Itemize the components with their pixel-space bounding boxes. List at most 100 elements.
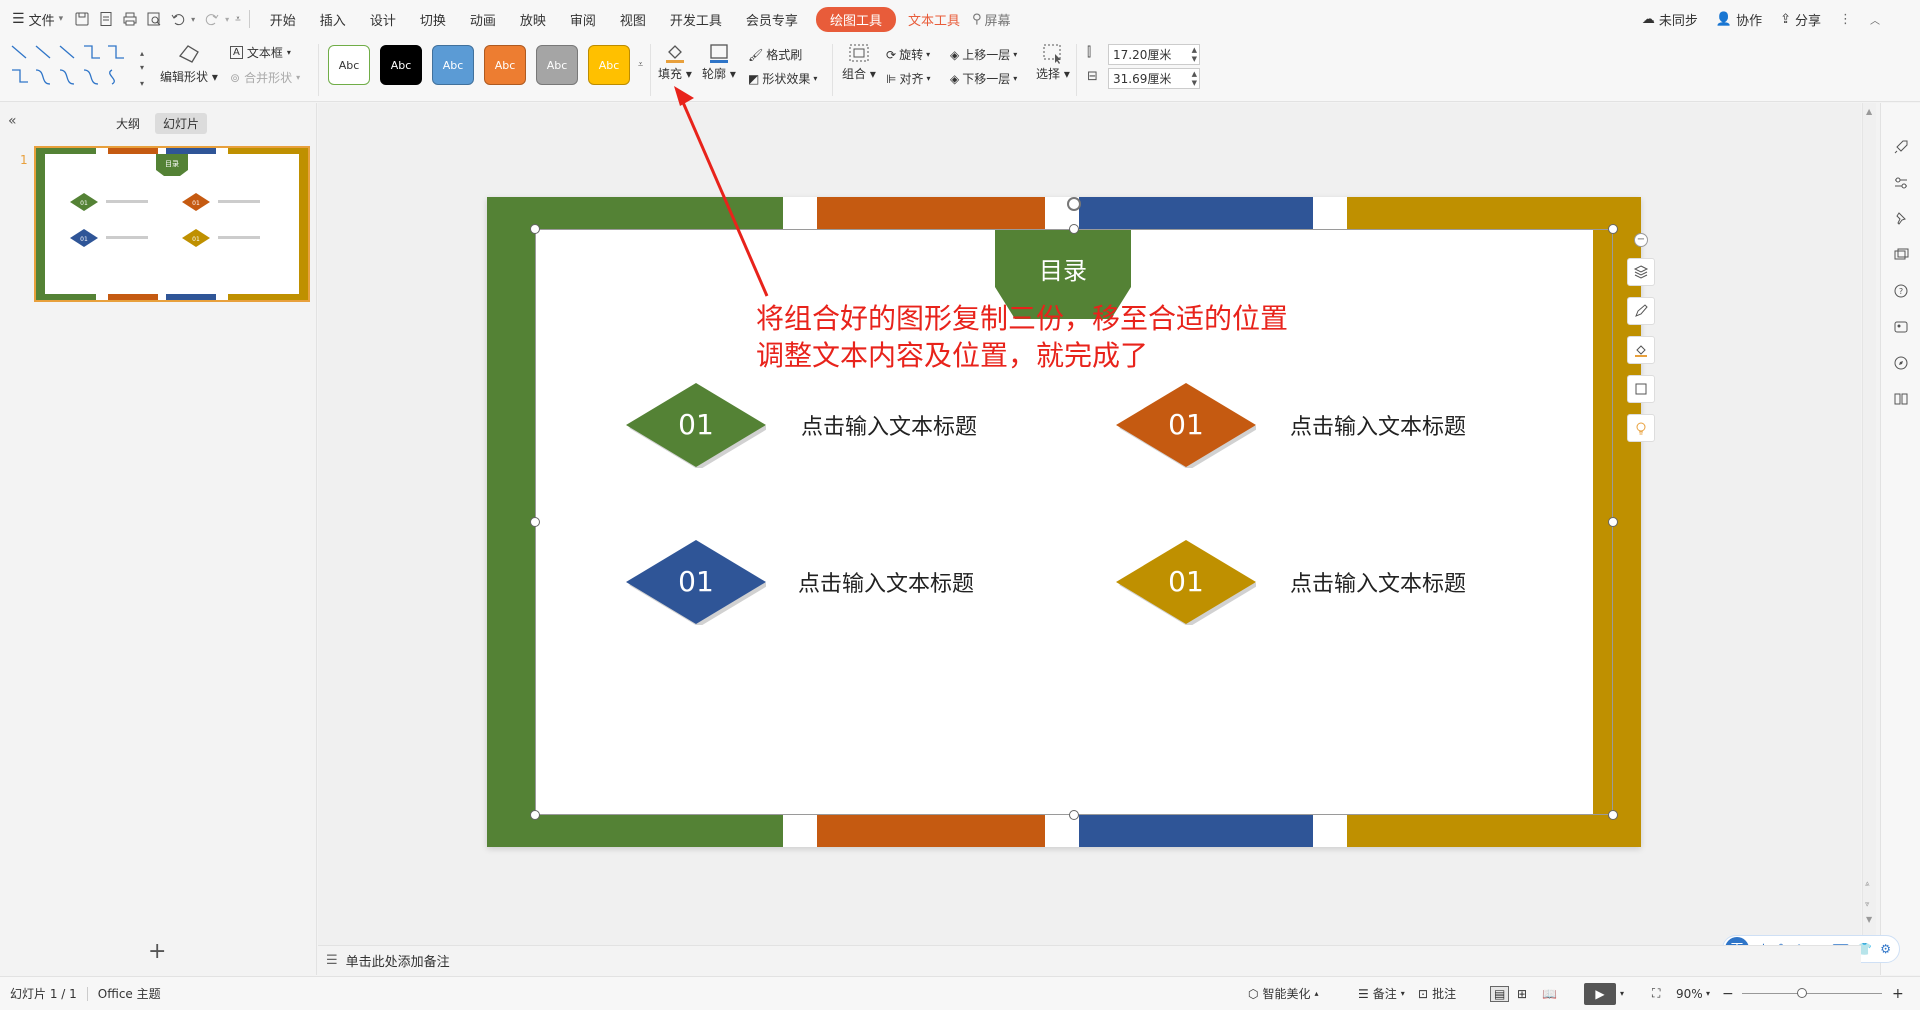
scroll-down-icon[interactable]: ▼: [1866, 915, 1872, 924]
style-gallery-more-icon[interactable]: ⩡: [638, 60, 643, 70]
send-backward-button[interactable]: ◈ 下移一层 ▾: [950, 70, 1017, 87]
tab-animation[interactable]: 动画: [458, 10, 508, 29]
zoom-level[interactable]: 90%: [1676, 987, 1703, 1001]
gear-icon[interactable]: ⚙: [1880, 942, 1891, 956]
share-button[interactable]: ⇪ 分享: [1780, 10, 1821, 29]
rotate-button[interactable]: ⟳ 旋转 ▾: [886, 46, 930, 63]
format-painter-button[interactable]: 🖌 格式刷: [748, 46, 802, 63]
shape-style-1[interactable]: Abc: [328, 45, 370, 85]
shape-style-3[interactable]: Abc: [432, 45, 474, 85]
chevron-down-icon[interactable]: ▾: [1706, 989, 1710, 998]
fill-button[interactable]: 填充 ▾: [658, 42, 692, 82]
vertical-scrollbar[interactable]: ▲ ⩓ ⩔ ▼: [1862, 103, 1876, 953]
beautify-button[interactable]: ⬡ 智能美化 ▴: [1248, 985, 1319, 1002]
shape-style-6[interactable]: Abc: [588, 45, 630, 85]
notes-toggle-button[interactable]: ☰ 备注 ▾: [1358, 985, 1405, 1002]
tab-review[interactable]: 审阅: [558, 10, 608, 29]
print-icon[interactable]: [119, 8, 141, 30]
slide-thumbnail[interactable]: 目录 01 01 01 01: [34, 146, 310, 302]
collapse-panel-icon[interactable]: «: [8, 113, 17, 129]
add-slide-button[interactable]: +: [148, 939, 166, 964]
select-button[interactable]: 选择 ▾: [1036, 42, 1070, 82]
image-tools-icon[interactable]: [1891, 317, 1911, 337]
play-slideshow-button[interactable]: ▶: [1584, 982, 1616, 1005]
help-icon[interactable]: ?: [1891, 281, 1911, 301]
rotate-handle-icon[interactable]: [1067, 197, 1081, 211]
sync-button[interactable]: ☁ 未同步: [1642, 10, 1698, 29]
zoom-out-button[interactable]: −: [1722, 986, 1734, 1002]
rocket-icon[interactable]: [1891, 137, 1911, 157]
line-shapes-gallery[interactable]: ▴ ▾ ▾: [8, 42, 146, 92]
height-input[interactable]: 17.20厘米 ▲ ▼: [1108, 44, 1200, 65]
textbox-button[interactable]: A 文本框 ▾: [230, 44, 291, 61]
book-icon[interactable]: [1891, 389, 1911, 409]
merge-shape-button[interactable]: ⊚ 合并形状 ▾: [230, 69, 300, 86]
zoom-in-button[interactable]: +: [1892, 986, 1904, 1002]
width-stepper[interactable]: ▲ ▼: [1192, 70, 1197, 88]
edit-shape-button[interactable]: 编辑形状 ▾: [160, 42, 218, 85]
bring-forward-button[interactable]: ◈ 上移一层 ▾: [950, 46, 1017, 63]
tab-outline[interactable]: 大纲: [108, 113, 148, 134]
comments-button[interactable]: ⊡ 批注: [1418, 985, 1456, 1002]
tab-drawing-tools[interactable]: 绘图工具: [815, 6, 896, 32]
resize-handle-tl[interactable]: [530, 224, 540, 234]
print-preview-icon[interactable]: [143, 8, 165, 30]
tab-design[interactable]: 设计: [358, 10, 408, 29]
zoom-slider-thumb[interactable]: [1797, 988, 1807, 998]
collaborate-button[interactable]: 👤 协作: [1716, 10, 1762, 29]
tab-transition[interactable]: 切换: [408, 10, 458, 29]
compass-icon[interactable]: [1891, 353, 1911, 373]
export-pdf-icon[interactable]: [95, 8, 117, 30]
tab-member[interactable]: 会员专享: [734, 10, 810, 29]
notes-area[interactable]: ☰ 单击此处添加备注: [318, 945, 1861, 975]
redo-icon[interactable]: [201, 8, 223, 30]
fill-bucket-icon[interactable]: [1627, 336, 1655, 364]
scroll-prev-page-icon[interactable]: ⩓: [1865, 879, 1870, 889]
lightbulb-icon[interactable]: [1627, 414, 1655, 442]
save-icon[interactable]: [71, 8, 93, 30]
shape-style-5[interactable]: Abc: [536, 45, 578, 85]
tab-developer[interactable]: 开发工具: [658, 10, 734, 29]
collapse-float-icon[interactable]: −: [1634, 233, 1648, 247]
scroll-next-page-icon[interactable]: ⩔: [1865, 899, 1870, 909]
slides-icon[interactable]: [1891, 245, 1911, 265]
tab-insert[interactable]: 插入: [308, 10, 358, 29]
chevron-down-icon[interactable]: ▾: [191, 15, 195, 24]
search-box[interactable]: ⚲ 屏幕: [972, 10, 1011, 29]
collapse-ribbon-icon[interactable]: ︿: [1870, 12, 1880, 27]
height-stepper[interactable]: ▲ ▼: [1192, 46, 1197, 64]
pen-icon[interactable]: [1627, 297, 1655, 325]
resize-handle-l[interactable]: [530, 517, 540, 527]
chevron-down-icon[interactable]: ▾: [1620, 989, 1624, 998]
tab-view[interactable]: 视图: [608, 10, 658, 29]
width-input[interactable]: 31.69厘米 ▲ ▼: [1108, 68, 1200, 89]
align-button[interactable]: ⊫ 对齐 ▾: [886, 70, 930, 87]
tab-slideshow[interactable]: 放映: [508, 10, 558, 29]
theme-name[interactable]: Office 主题: [98, 985, 161, 1002]
file-menu[interactable]: ☰ 文件 ▾: [12, 10, 63, 29]
sliders-icon[interactable]: [1891, 173, 1911, 193]
scroll-up-icon[interactable]: ▲: [1866, 107, 1872, 116]
fit-window-icon[interactable]: ⛶: [1652, 986, 1660, 1001]
layers-icon[interactable]: [1627, 258, 1655, 286]
customize-quick-access-icon[interactable]: ⩡: [235, 14, 241, 25]
resize-handle-bl[interactable]: [530, 810, 540, 820]
outline-button[interactable]: 轮廓 ▾: [702, 42, 736, 82]
grid-view-icon[interactable]: ⊞: [1517, 987, 1527, 1001]
tab-home[interactable]: 开始: [258, 10, 308, 29]
undo-icon[interactable]: [167, 8, 189, 30]
shape-style-2[interactable]: Abc: [380, 45, 422, 85]
resize-handle-r[interactable]: [1608, 517, 1618, 527]
outline-icon[interactable]: [1627, 375, 1655, 403]
more-icon[interactable]: ⋮: [1839, 12, 1852, 27]
reading-view-icon[interactable]: 📖: [1542, 987, 1557, 1001]
resize-handle-t[interactable]: [1069, 224, 1079, 234]
resize-handle-tr[interactable]: [1608, 224, 1618, 234]
tab-slides[interactable]: 幻灯片: [155, 113, 208, 134]
tab-text-tools[interactable]: 文本工具: [896, 10, 972, 29]
zoom-slider[interactable]: [1742, 993, 1882, 994]
pin-icon[interactable]: [1891, 209, 1911, 229]
group-button[interactable]: 组合 ▾: [842, 42, 876, 82]
chevron-down-icon[interactable]: ▾: [225, 15, 229, 24]
resize-handle-br[interactable]: [1608, 810, 1618, 820]
